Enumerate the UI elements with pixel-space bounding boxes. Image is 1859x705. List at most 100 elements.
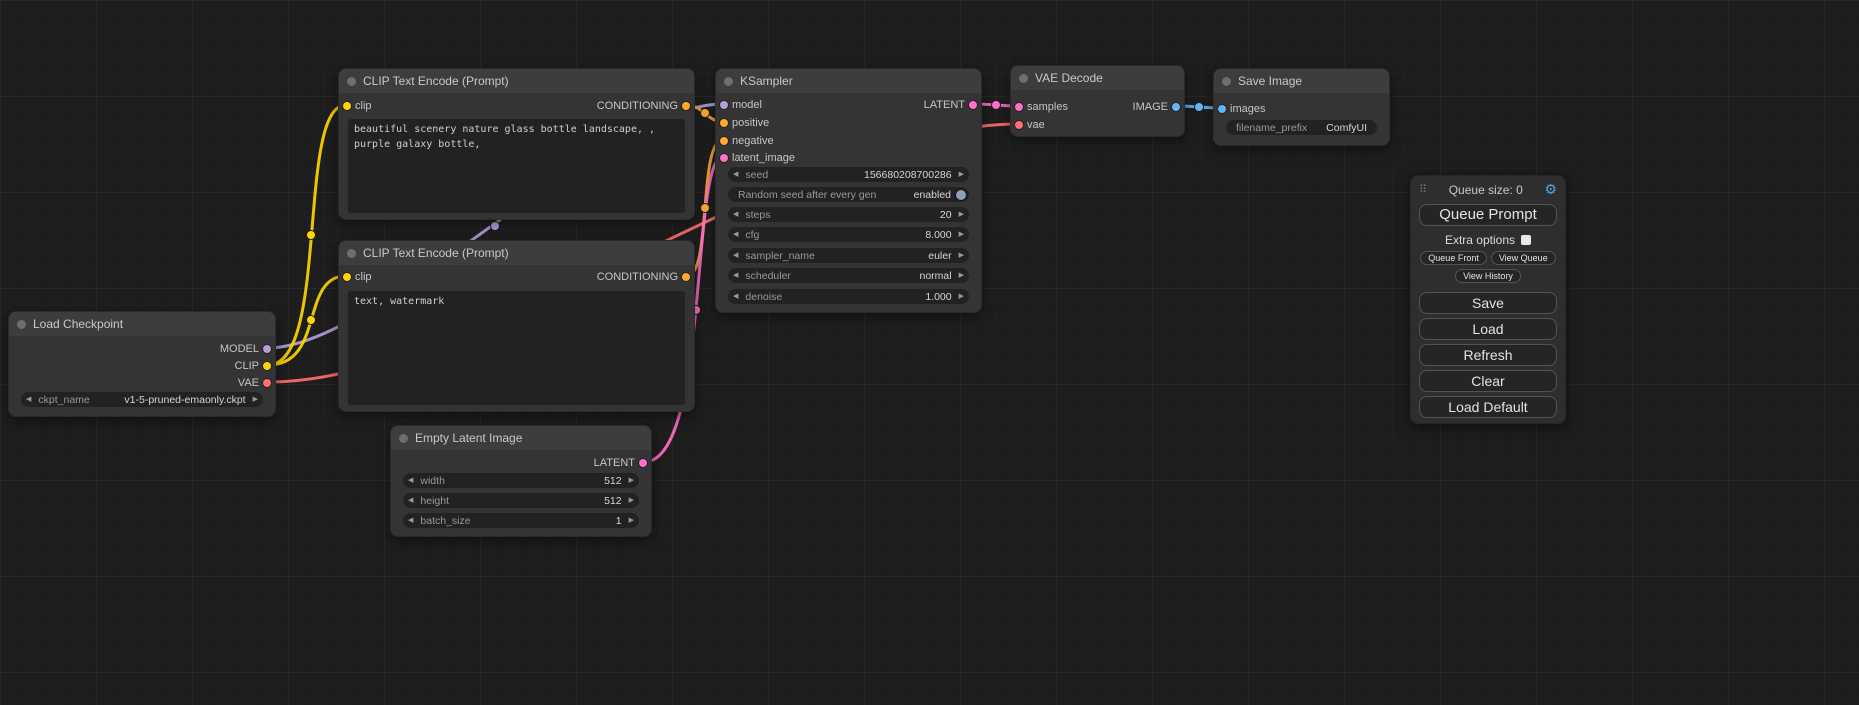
widget-value: 20	[940, 209, 952, 221]
widget-random-seed-toggle[interactable]: Random seed after every gen enabled	[728, 187, 969, 202]
widget-steps[interactable]: ◀ steps 20 ▶	[728, 207, 969, 222]
collapse-dot-icon[interactable]	[399, 434, 408, 443]
collapse-dot-icon[interactable]	[17, 320, 26, 329]
vae-input-port[interactable]	[1015, 121, 1023, 129]
widget-batch-size[interactable]: ◀ batch_size 1 ▶	[403, 513, 639, 528]
decrement-arrow-icon[interactable]: ◀	[408, 473, 413, 488]
node-title-bar[interactable]: Save Image	[1214, 69, 1389, 93]
node-graph-canvas[interactable]: Load Checkpoint MODEL CLIP VAE ◀ ckpt_na…	[0, 0, 1859, 705]
extra-options-checkbox[interactable]	[1521, 235, 1531, 245]
conditioning-output-port[interactable]	[682, 102, 690, 110]
positive-input-port[interactable]	[720, 119, 728, 127]
decrement-arrow-icon[interactable]: ◀	[733, 268, 738, 283]
increment-arrow-icon[interactable]: ▶	[959, 227, 964, 242]
collapse-dot-icon[interactable]	[1222, 77, 1231, 86]
slot-label: MODEL	[220, 343, 259, 355]
increment-arrow-icon[interactable]: ▶	[959, 207, 964, 222]
widget-label: ckpt_name	[38, 394, 89, 406]
widget-ckpt-name[interactable]: ◀ ckpt_name v1-5-pruned-emaonly.ckpt ▶	[21, 392, 263, 407]
node-load-checkpoint[interactable]: Load Checkpoint MODEL CLIP VAE ◀ ckpt_na…	[8, 311, 276, 417]
view-queue-button[interactable]: View Queue	[1491, 251, 1556, 265]
model-output-port[interactable]	[263, 345, 271, 353]
widget-seed[interactable]: ◀ seed 156680208700286 ▶	[728, 167, 969, 182]
node-vae-decode[interactable]: VAE Decode samples vae IMAGE	[1010, 65, 1185, 137]
drag-handle-icon[interactable]: ⠿	[1419, 183, 1427, 196]
model-input-port[interactable]	[720, 101, 728, 109]
refresh-button[interactable]: Refresh	[1419, 344, 1557, 366]
decrement-arrow-icon[interactable]: ◀	[408, 493, 413, 508]
clip-input-port[interactable]	[343, 102, 351, 110]
node-title-bar[interactable]: CLIP Text Encode (Prompt)	[339, 69, 694, 93]
latent-image-input-port[interactable]	[720, 154, 728, 162]
node-title-bar[interactable]: KSampler	[716, 69, 981, 93]
latent-output-port[interactable]	[639, 459, 647, 467]
decrement-arrow-icon[interactable]: ◀	[26, 392, 31, 407]
node-title-label: Save Image	[1238, 74, 1302, 88]
wire-midpoint-dot	[491, 222, 500, 231]
increment-arrow-icon[interactable]: ▶	[629, 513, 634, 528]
view-history-button[interactable]: View History	[1455, 269, 1521, 283]
positive-prompt-textarea[interactable]: beautiful scenery nature glass bottle la…	[348, 119, 685, 213]
increment-arrow-icon[interactable]: ▶	[253, 392, 258, 407]
increment-arrow-icon[interactable]: ▶	[629, 493, 634, 508]
load-default-button[interactable]: Load Default	[1419, 396, 1557, 418]
collapse-dot-icon[interactable]	[347, 77, 356, 86]
decrement-arrow-icon[interactable]: ◀	[733, 207, 738, 222]
image-output-port[interactable]	[1172, 103, 1180, 111]
node-title-bar[interactable]: VAE Decode	[1011, 66, 1184, 90]
decrement-arrow-icon[interactable]: ◀	[733, 289, 738, 304]
node-title-bar[interactable]: Empty Latent Image	[391, 426, 651, 450]
widget-cfg[interactable]: ◀ cfg 8.000 ▶	[728, 227, 969, 242]
node-clip-text-encode-positive[interactable]: CLIP Text Encode (Prompt) clip CONDITION…	[338, 68, 695, 220]
latent-output-port[interactable]	[969, 101, 977, 109]
samples-input-port[interactable]	[1015, 103, 1023, 111]
queue-front-button[interactable]: Queue Front	[1420, 251, 1487, 265]
save-button[interactable]: Save	[1419, 292, 1557, 314]
increment-arrow-icon[interactable]: ▶	[959, 248, 964, 263]
decrement-arrow-icon[interactable]: ◀	[408, 513, 413, 528]
clear-button[interactable]: Clear	[1419, 370, 1557, 392]
collapse-dot-icon[interactable]	[1019, 74, 1028, 83]
node-title-bar[interactable]: CLIP Text Encode (Prompt)	[339, 241, 694, 265]
decrement-arrow-icon[interactable]: ◀	[733, 248, 738, 263]
widget-denoise[interactable]: ◀ denoise 1.000 ▶	[728, 289, 969, 304]
vae-output-port[interactable]	[263, 379, 271, 387]
input-slot-negative: negative	[716, 134, 774, 148]
widget-width[interactable]: ◀ width 512 ▶	[403, 473, 639, 488]
widget-label: denoise	[745, 291, 782, 303]
widget-label: steps	[745, 209, 770, 221]
widget-value: 512	[604, 475, 622, 487]
node-ksampler[interactable]: KSampler model positive negative latent_…	[715, 68, 982, 313]
load-button[interactable]: Load	[1419, 318, 1557, 340]
input-slot-clip: clip	[339, 99, 372, 113]
negative-prompt-textarea[interactable]: text, watermark	[348, 291, 685, 405]
increment-arrow-icon[interactable]: ▶	[959, 268, 964, 283]
collapse-dot-icon[interactable]	[347, 249, 356, 258]
increment-arrow-icon[interactable]: ▶	[959, 289, 964, 304]
increment-arrow-icon[interactable]: ▶	[629, 473, 634, 488]
node-clip-text-encode-negative[interactable]: CLIP Text Encode (Prompt) clip CONDITION…	[338, 240, 695, 412]
conditioning-output-port[interactable]	[682, 273, 690, 281]
output-slot-latent: LATENT	[594, 456, 651, 470]
node-empty-latent-image[interactable]: Empty Latent Image LATENT ◀ width 512 ▶ …	[390, 425, 652, 537]
collapse-dot-icon[interactable]	[724, 77, 733, 86]
widget-value: 156680208700286	[864, 169, 952, 181]
images-input-port[interactable]	[1218, 105, 1226, 113]
slot-label: clip	[355, 271, 372, 283]
node-title-bar[interactable]: Load Checkpoint	[9, 312, 275, 336]
increment-arrow-icon[interactable]: ▶	[959, 167, 964, 182]
clip-output-port[interactable]	[263, 362, 271, 370]
decrement-arrow-icon[interactable]: ◀	[733, 227, 738, 242]
queue-prompt-button[interactable]: Queue Prompt	[1419, 204, 1557, 227]
clip-input-port[interactable]	[343, 273, 351, 281]
widget-sampler-name[interactable]: ◀ sampler_name euler ▶	[728, 248, 969, 263]
toggle-knob-icon[interactable]	[956, 190, 966, 200]
widget-height[interactable]: ◀ height 512 ▶	[403, 493, 639, 508]
widget-scheduler[interactable]: ◀ scheduler normal ▶	[728, 268, 969, 283]
decrement-arrow-icon[interactable]: ◀	[733, 167, 738, 182]
wire-midpoint-dot	[307, 316, 316, 325]
node-save-image[interactable]: Save Image images filename_prefix ComfyU…	[1213, 68, 1390, 146]
settings-gear-icon[interactable]: ⚙	[1544, 181, 1557, 198]
widget-filename-prefix[interactable]: filename_prefix ComfyUI	[1226, 120, 1377, 135]
negative-input-port[interactable]	[720, 137, 728, 145]
